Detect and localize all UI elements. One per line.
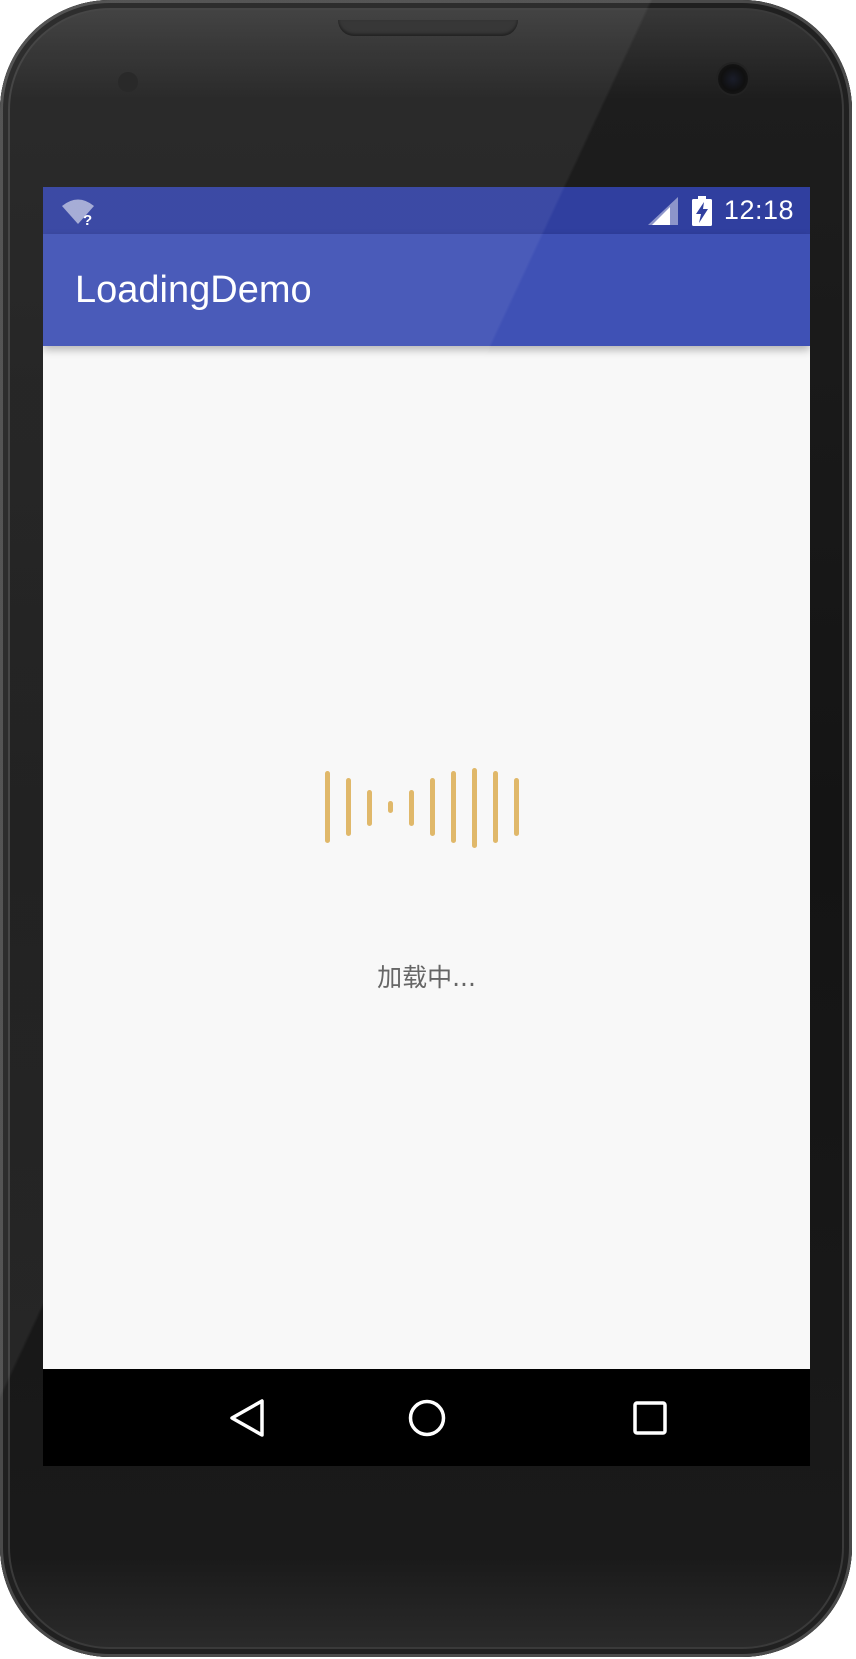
loader-bar [367,790,372,826]
phone-screen: ? 12:18 LoadingDemo 加载中... [43,187,810,1466]
cell-signal-icon [647,196,678,225]
earpiece-speaker [338,20,518,36]
back-button[interactable] [187,1369,307,1466]
front-camera [718,64,748,94]
back-icon [230,1398,264,1437]
loader-bar [451,771,456,843]
home-button[interactable] [367,1369,487,1466]
wifi-unknown-icon: ? [62,199,94,227]
status-bar: ? 12:18 [43,187,810,234]
wifi-unknown-badge: ? [83,212,92,227]
loader-bar [409,790,414,826]
loader-bar [346,778,351,836]
status-clock: 12:18 [723,195,794,225]
loader-bar [430,778,435,836]
battery-charging-icon [691,195,712,226]
phone-device-frame: ? 12:18 LoadingDemo 加载中... [0,0,852,1657]
loader-bar [514,778,519,836]
home-icon [408,1399,446,1436]
loading-label: 加载中... [377,963,476,992]
recents-button[interactable] [590,1369,710,1466]
app-title: LoadingDemo [75,269,312,311]
loader-bar [325,771,330,843]
recents-icon [633,1400,667,1435]
loading-indicator [323,763,533,853]
loader-bar [388,801,393,813]
loader-bar [493,771,498,843]
app-toolbar: LoadingDemo [43,234,810,346]
proximity-sensor [118,72,138,92]
loader-bar [472,768,477,848]
main-content: 加载中... [43,346,810,1369]
status-right-group: 12:18 [647,187,794,234]
navigation-bar [43,1369,810,1466]
page-stage: ? 12:18 LoadingDemo 加载中... [0,0,856,1659]
